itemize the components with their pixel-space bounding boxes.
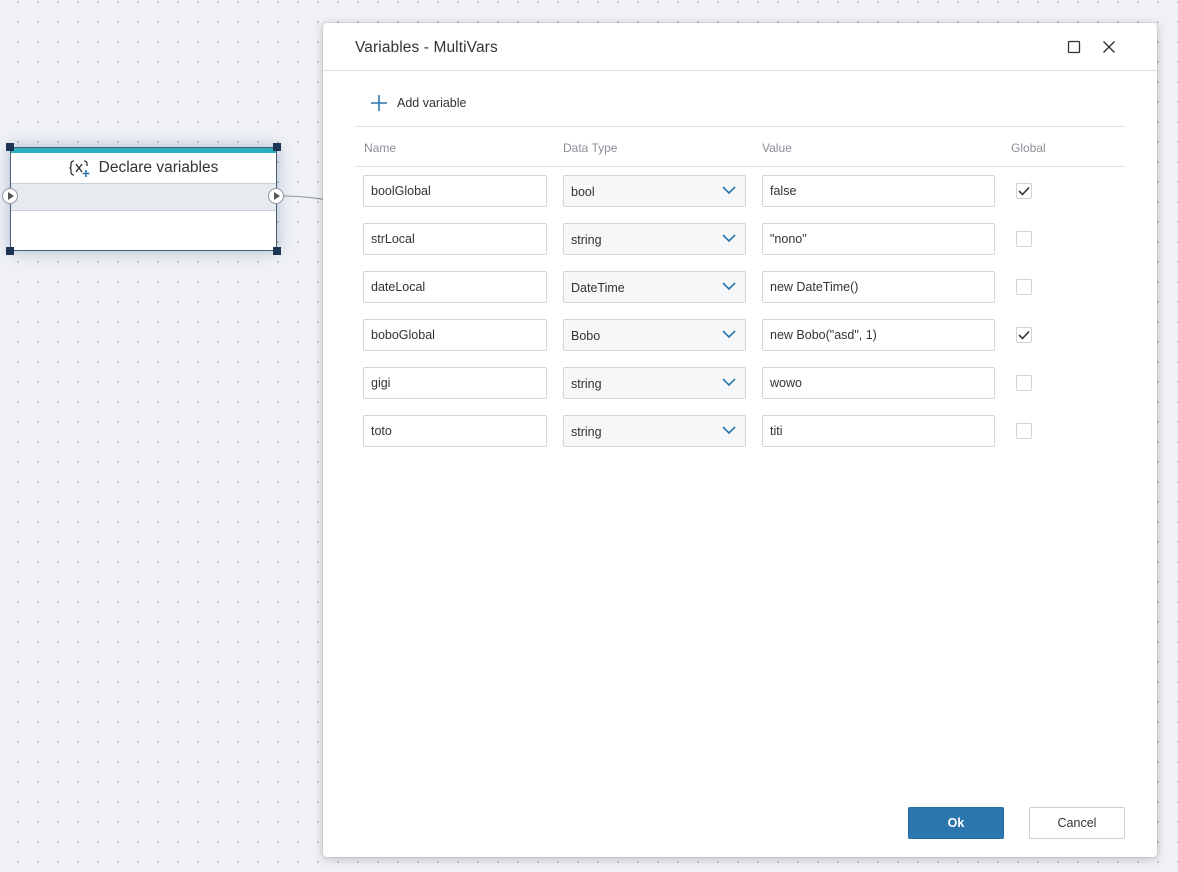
- close-button[interactable]: [1100, 38, 1118, 56]
- variable-name-input[interactable]: gigi: [363, 367, 547, 399]
- data-type-select[interactable]: DateTime: [563, 271, 746, 303]
- column-header-name: Name: [364, 141, 397, 155]
- declare-variables-node[interactable]: Declare variables: [10, 147, 277, 251]
- resize-handle-top-left[interactable]: [6, 143, 14, 151]
- variable-name-input[interactable]: dateLocal: [363, 271, 547, 303]
- data-type-select[interactable]: string: [563, 415, 746, 447]
- global-checkbox[interactable]: [1016, 423, 1032, 439]
- data-type-select[interactable]: bool: [563, 175, 746, 207]
- data-type-select[interactable]: string: [563, 367, 746, 399]
- chevron-down-icon: [722, 186, 736, 195]
- declare-variables-icon: [69, 158, 91, 178]
- checkmark-icon: [1018, 330, 1030, 340]
- global-checkbox[interactable]: [1016, 327, 1032, 343]
- global-checkbox[interactable]: [1016, 279, 1032, 295]
- checkmark-icon: [1018, 186, 1030, 196]
- maximize-button[interactable]: [1065, 38, 1083, 56]
- add-variable-button[interactable]: Add variable: [370, 93, 467, 113]
- resize-handle-bottom-left[interactable]: [6, 247, 14, 255]
- maximize-icon: [1067, 40, 1081, 54]
- add-variable-label: Add variable: [397, 96, 467, 110]
- plus-icon: [370, 94, 388, 112]
- data-type-value: string: [571, 425, 602, 439]
- data-type-select[interactable]: string: [563, 223, 746, 255]
- chevron-down-icon: [722, 426, 736, 435]
- variable-value-input[interactable]: "nono": [762, 223, 995, 255]
- data-type-value: DateTime: [571, 281, 625, 295]
- variable-row: boboGlobal Bobo new Bobo("asd", 1): [323, 319, 1157, 351]
- variable-row: strLocal string "nono": [323, 223, 1157, 255]
- variable-value-input[interactable]: wowo: [762, 367, 995, 399]
- ok-button[interactable]: Ok: [908, 807, 1004, 839]
- global-checkbox[interactable]: [1016, 231, 1032, 247]
- title-divider: [323, 70, 1157, 71]
- variable-value-input[interactable]: new Bobo("asd", 1): [762, 319, 995, 351]
- chevron-down-icon: [722, 282, 736, 291]
- toolbar-divider: [355, 126, 1125, 127]
- variable-name-input[interactable]: toto: [363, 415, 547, 447]
- column-header-global: Global: [1011, 141, 1046, 155]
- variable-row: toto string titi: [323, 415, 1157, 447]
- variable-name-input[interactable]: strLocal: [363, 223, 547, 255]
- node-title: Declare variables: [98, 159, 219, 176]
- data-type-value: bool: [571, 185, 595, 199]
- cancel-button[interactable]: Cancel: [1029, 807, 1125, 839]
- variable-name-input[interactable]: boolGlobal: [363, 175, 547, 207]
- variable-row: gigi string wowo: [323, 367, 1157, 399]
- variable-value-input[interactable]: new DateTime(): [762, 271, 995, 303]
- data-type-value: string: [571, 377, 602, 391]
- resize-handle-bottom-right[interactable]: [273, 247, 281, 255]
- input-port[interactable]: [2, 188, 18, 204]
- global-checkbox[interactable]: [1016, 183, 1032, 199]
- header-divider: [355, 166, 1125, 167]
- global-checkbox[interactable]: [1016, 375, 1032, 391]
- variable-row: dateLocal DateTime new DateTime(): [323, 271, 1157, 303]
- variable-row: boolGlobal bool false: [323, 175, 1157, 207]
- column-header-value: Value: [762, 141, 792, 155]
- data-type-select[interactable]: Bobo: [563, 319, 746, 351]
- data-type-value: Bobo: [571, 329, 601, 343]
- data-type-value: string: [571, 233, 602, 247]
- variables-dialog: Variables - MultiVars Add variable Name …: [323, 23, 1157, 857]
- resize-handle-top-right[interactable]: [273, 143, 281, 151]
- dialog-title: Variables - MultiVars: [355, 39, 498, 56]
- node-header: Declare variables: [11, 153, 276, 184]
- connector-line: [283, 195, 329, 201]
- chevron-down-icon: [722, 234, 736, 243]
- output-port[interactable]: [268, 188, 284, 204]
- node-body-band: [11, 184, 276, 211]
- variable-name-input[interactable]: boboGlobal: [363, 319, 547, 351]
- chevron-down-icon: [722, 378, 736, 387]
- close-icon: [1103, 41, 1115, 53]
- chevron-down-icon: [722, 330, 736, 339]
- variable-value-input[interactable]: false: [762, 175, 995, 207]
- column-header-data-type: Data Type: [563, 141, 618, 155]
- variable-value-input[interactable]: titi: [762, 415, 995, 447]
